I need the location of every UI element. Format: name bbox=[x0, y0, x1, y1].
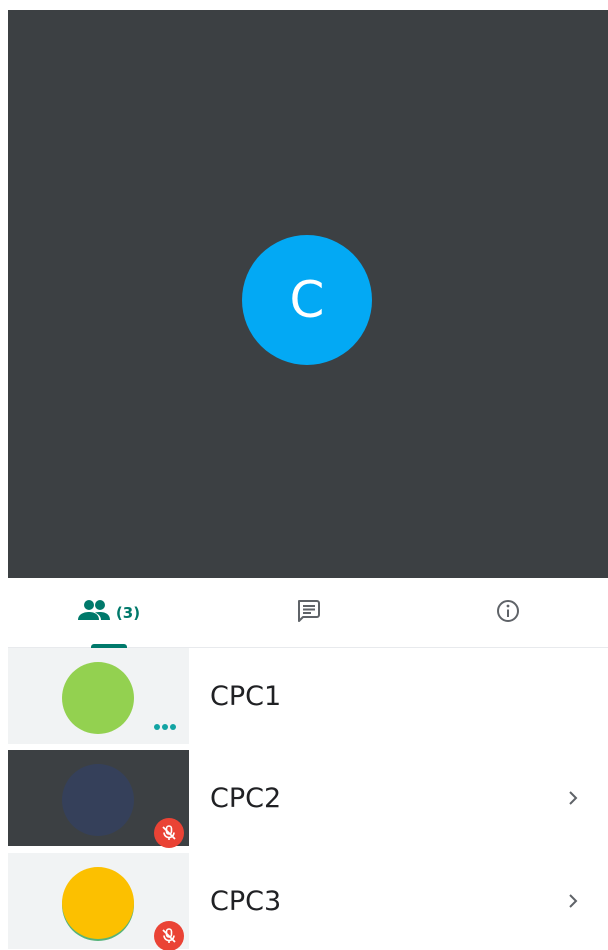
avatar bbox=[62, 662, 134, 734]
participant-count: (3) bbox=[115, 603, 141, 622]
avatar bbox=[62, 764, 134, 836]
chevron-right-icon[interactable] bbox=[566, 853, 580, 949]
participant-tile bbox=[8, 648, 189, 744]
tab-chat[interactable] bbox=[258, 578, 358, 647]
participant-name: CPC3 bbox=[210, 885, 282, 917]
main-video-area[interactable]: C bbox=[8, 10, 608, 578]
participant-tile bbox=[8, 853, 189, 950]
mic-off-icon bbox=[154, 818, 184, 848]
main-avatar: C bbox=[242, 235, 372, 365]
tab-people[interactable]: (3) bbox=[58, 578, 158, 647]
tab-bar: (3) bbox=[8, 578, 608, 648]
participant-row[interactable]: CPC3 bbox=[8, 853, 608, 950]
avatar bbox=[62, 867, 134, 939]
participant-name: CPC2 bbox=[210, 782, 282, 814]
chevron-right-icon[interactable] bbox=[566, 750, 580, 846]
tab-info[interactable] bbox=[458, 578, 558, 647]
info-icon bbox=[494, 597, 522, 629]
mic-off-icon bbox=[154, 921, 184, 950]
participant-row[interactable]: CPC1 bbox=[8, 648, 608, 744]
participant-tile bbox=[8, 750, 189, 848]
more-options-icon[interactable] bbox=[154, 724, 176, 730]
chat-icon bbox=[294, 597, 322, 629]
participant-name: CPC1 bbox=[210, 680, 282, 712]
people-icon bbox=[76, 597, 112, 629]
participant-row[interactable]: CPC2 bbox=[8, 750, 608, 848]
meeting-screen: C (3) CPC1 CPC2 CPC3 bbox=[0, 0, 608, 950]
